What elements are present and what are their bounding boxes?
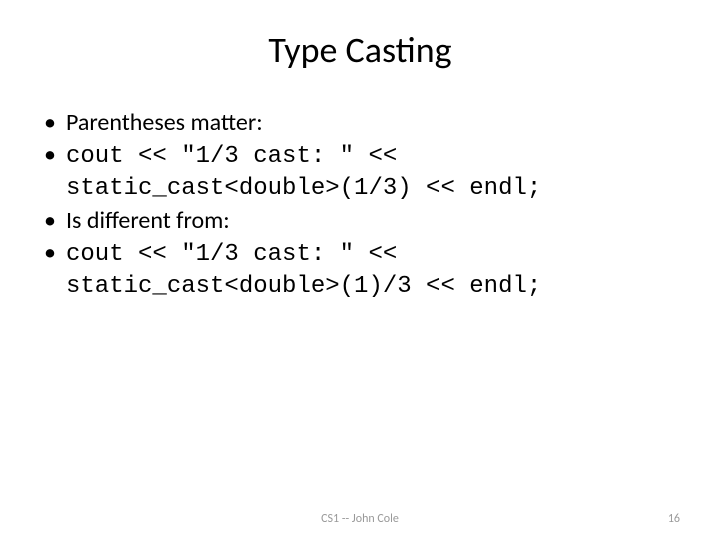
bullet-text: Parentheses matter: [66, 108, 263, 137]
bullet-code-sample-2: cout << "1/3 cast: " << static_cast<doub… [44, 238, 680, 302]
bullet-list: Parentheses matter: cout << "1/3 cast: "… [40, 108, 680, 302]
code-line: cout << "1/3 cast: " << [66, 241, 397, 268]
code-line: static_cast<double>(1/3) << endl; [66, 175, 541, 202]
code-line: cout << "1/3 cast: " << [66, 143, 397, 170]
bullet-text: Is different from: [66, 206, 230, 235]
slide-footer: CS1 -- John Cole 16 [0, 512, 720, 526]
bullet-parentheses-matter: Parentheses matter: [44, 108, 680, 138]
footer-center: CS1 -- John Cole [321, 512, 399, 526]
bullet-is-different-from: Is different from: [44, 206, 680, 236]
code-line: static_cast<double>(1)/3 << endl; [66, 273, 541, 300]
slide-title: Type Casting [40, 28, 680, 72]
slide: Type Casting Parentheses matter: cout <<… [0, 0, 720, 540]
footer-page-number: 16 [668, 512, 680, 526]
bullet-code-sample-1: cout << "1/3 cast: " << static_cast<doub… [44, 140, 680, 204]
